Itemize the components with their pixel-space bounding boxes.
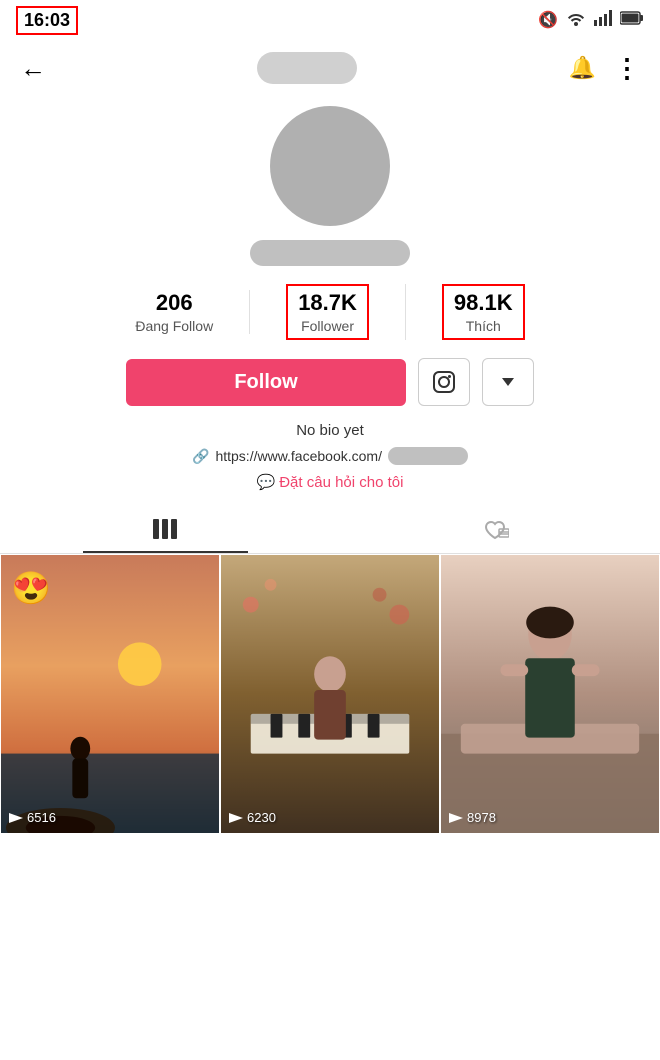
- status-icons: 🔇: [538, 10, 644, 31]
- video-grid: 😍 6516: [0, 554, 660, 834]
- followers-highlight-box: 18.7K Follower: [286, 284, 369, 340]
- stat-followers: 18.7K Follower: [250, 284, 406, 340]
- status-time: 16:03: [16, 6, 78, 35]
- wifi-icon: [566, 10, 586, 31]
- more-options-button[interactable]: [482, 358, 534, 406]
- link-blur: [388, 447, 468, 465]
- signal-icon: [594, 10, 612, 31]
- likes-value: 98.1K: [454, 290, 513, 316]
- battery-icon: [620, 11, 644, 30]
- back-button[interactable]: ←: [20, 53, 46, 84]
- emoji-badge-1: 😍: [11, 569, 51, 607]
- stat-following: 206 Đang Follow: [99, 290, 250, 334]
- top-nav: ← 🔔 ⋮: [0, 40, 660, 96]
- ask-label: Đặt câu hỏi cho tôi: [279, 474, 403, 491]
- tabs-row: [0, 505, 660, 554]
- username-nav-pill: [257, 52, 357, 84]
- nav-right-icons: 🔔 ⋮: [569, 53, 640, 84]
- instagram-button[interactable]: [418, 358, 470, 406]
- bio-link-row: 🔗 https://www.facebook.com/: [192, 447, 468, 465]
- following-value: 206: [156, 290, 193, 316]
- mute-icon: 🔇: [538, 10, 558, 30]
- link-url[interactable]: https://www.facebook.com/: [215, 448, 382, 464]
- followers-value: 18.7K: [298, 290, 357, 316]
- video-views-1: 6516: [9, 810, 56, 825]
- action-row: Follow: [0, 358, 660, 406]
- video-cell-2[interactable]: 6230: [220, 554, 440, 834]
- video-cell-3[interactable]: 8978: [440, 554, 660, 834]
- likes-highlight-box: 98.1K Thích: [442, 284, 525, 340]
- stats-row: 206 Đang Follow 18.7K Follower 98.1K Thí…: [0, 284, 660, 340]
- more-icon[interactable]: ⋮: [614, 53, 640, 84]
- followers-label: Follower: [301, 318, 354, 334]
- ask-button[interactable]: 💬 Đặt câu hỏi cho tôi: [257, 473, 404, 491]
- following-label: Đang Follow: [135, 318, 213, 334]
- bell-icon[interactable]: 🔔: [569, 55, 596, 81]
- video-views-2: 6230: [229, 810, 276, 825]
- follow-button[interactable]: Follow: [126, 359, 406, 406]
- link-icon: 🔗: [192, 448, 209, 465]
- bio-text: No bio yet: [296, 422, 364, 439]
- tab-videos[interactable]: [0, 505, 330, 553]
- profile-section: 206 Đang Follow 18.7K Follower 98.1K Thí…: [0, 96, 660, 505]
- stat-likes: 98.1K Thích: [406, 284, 561, 340]
- video-views-3: 8978: [449, 810, 496, 825]
- bio-section: No bio yet 🔗 https://www.facebook.com/ 💬…: [192, 422, 468, 491]
- tab-liked[interactable]: [330, 505, 660, 553]
- likes-label: Thích: [466, 318, 501, 334]
- username-pill: [250, 240, 410, 266]
- video-cell-1[interactable]: 😍 6516: [0, 554, 220, 834]
- avatar: [270, 106, 390, 226]
- ask-icon: 💬: [257, 473, 276, 491]
- status-bar: 16:03 🔇: [0, 0, 660, 40]
